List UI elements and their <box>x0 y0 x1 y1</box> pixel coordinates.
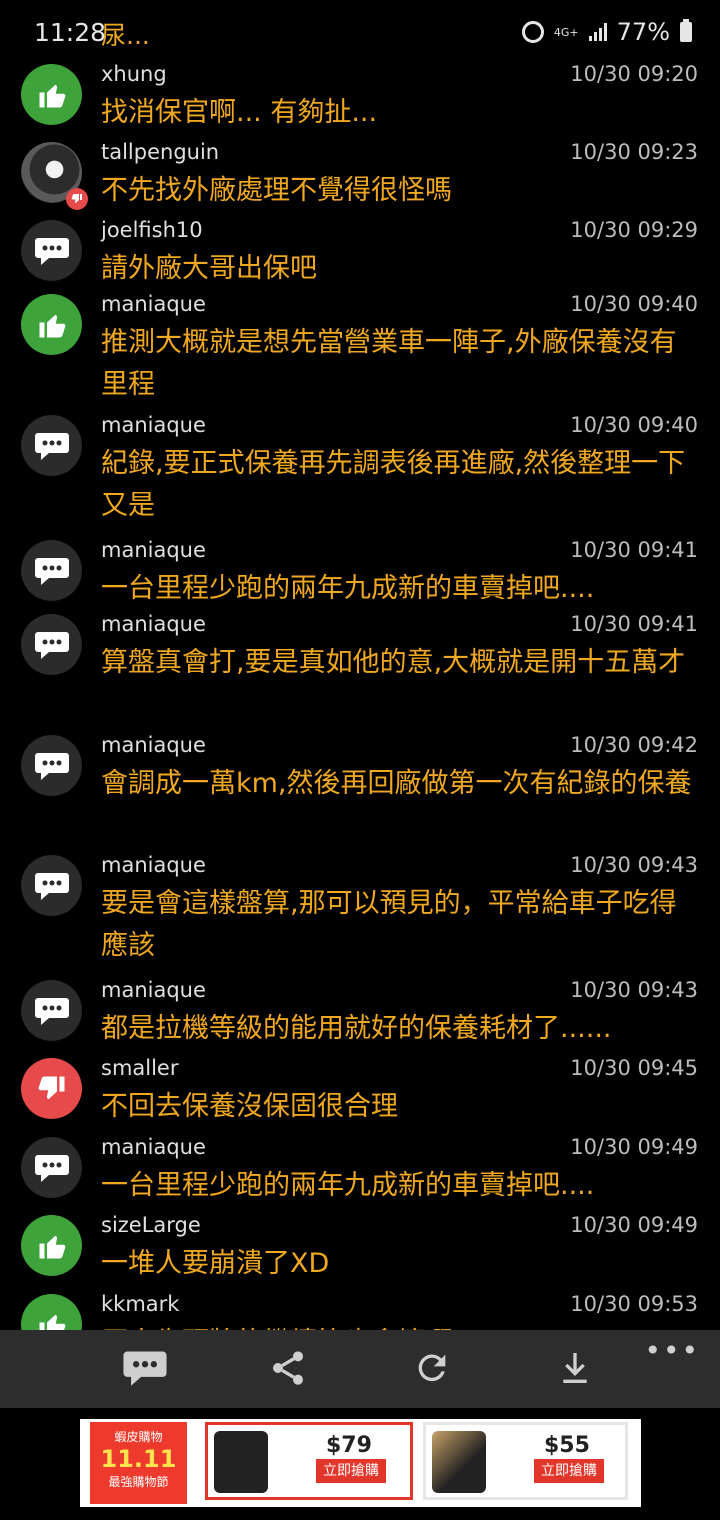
comment-text: 一堆人要崩潰了XD <box>101 1248 330 1279</box>
signal-icon <box>588 23 607 41</box>
comment-icon <box>21 1137 82 1198</box>
battery-icon <box>680 19 692 42</box>
ad-price: $79 <box>326 1433 372 1458</box>
comment-time: 10/30 09:43 <box>570 978 698 1002</box>
comment-author: maniaque <box>101 1135 206 1159</box>
comment-text: 算盤真會打,要是真如他的意,大概就是開十五萬才 <box>101 647 686 678</box>
comment-author: maniaque <box>101 853 206 877</box>
comment-author: maniaque <box>101 292 206 316</box>
comment-author: maniaque <box>101 612 206 636</box>
comment-time: 10/30 09:42 <box>570 733 698 757</box>
phone-image <box>432 1431 486 1493</box>
ad-logo-bottom: 最強購物節 <box>108 1475 169 1489</box>
comment-time: 10/30 09:49 <box>570 1135 698 1159</box>
comment-text: 要是會這樣盤算,那可以預見的，平常給車子吃得應該 <box>101 888 677 961</box>
thumbs-up-icon <box>21 64 82 125</box>
comment-icon <box>21 220 82 281</box>
comment-icon <box>21 735 82 796</box>
download-icon <box>563 1353 587 1383</box>
status-bar: 11:28 尿... 4G+ 77% <box>0 0 720 64</box>
comment-author: maniaque <box>101 538 206 562</box>
system-icons: 4G+ 77% <box>521 18 692 46</box>
comment-text: 原來先頭牌的繼續等也會壞啊 <box>101 1322 701 1330</box>
ad-product-card[interactable]: $79 立即搶購 <box>205 1422 413 1500</box>
thumbs-down-icon <box>21 1058 82 1119</box>
comment-text: 請外廠大哥出保吧 <box>101 253 317 284</box>
download-button[interactable] <box>551 1344 599 1392</box>
phone-image <box>214 1431 268 1493</box>
comment-text: 不先找外廠處理不覺得很怪嗎 <box>101 175 452 206</box>
network-icon: 4G+ <box>553 25 579 39</box>
share-button[interactable] <box>264 1344 312 1392</box>
comment-time: 10/30 09:40 <box>570 413 698 437</box>
comment-text: 推測大概就是想先當營業車一陣子,外廠保養沒有里程 <box>101 327 677 400</box>
refresh-button[interactable] <box>408 1344 456 1392</box>
comment-author: maniaque <box>101 733 206 757</box>
bottom-toolbar: ••• <box>0 1330 720 1408</box>
refresh-icon <box>418 1354 446 1382</box>
comment-icon <box>21 415 82 476</box>
comment-text: 一台里程少跑的兩年九成新的車賣掉吧.... <box>101 573 595 604</box>
comment-time: 10/30 09:49 <box>570 1213 698 1237</box>
comment-time: 10/30 09:43 <box>570 853 698 877</box>
alarm-icon <box>521 21 544 43</box>
buy-now-button[interactable]: 立即搶購 <box>316 1459 386 1483</box>
comment-author: joelfish10 <box>101 218 203 242</box>
comment-time: 10/30 09:29 <box>570 218 698 242</box>
comment-time: 10/30 09:45 <box>570 1056 698 1080</box>
comment-time: 10/30 09:41 <box>570 612 698 636</box>
ad-logo: 蝦皮購物 11.11 最強購物節 <box>90 1422 187 1504</box>
ad-banner[interactable]: 蝦皮購物 11.11 最強購物節 $79 立即搶購 $55 立即搶購 <box>80 1419 641 1507</box>
share-icon <box>273 1351 303 1385</box>
comment-author: smaller <box>101 1056 179 1080</box>
ad-product-card[interactable]: $55 立即搶購 <box>423 1422 628 1500</box>
comment-time: 10/30 09:53 <box>570 1292 698 1316</box>
comment-icon <box>21 855 82 916</box>
comment-time: 10/30 09:40 <box>570 292 698 316</box>
comment-time: 10/30 09:41 <box>570 538 698 562</box>
comment-text: 不回去保養沒保固很合理 <box>101 1091 398 1122</box>
page-title-fragment: 尿... <box>101 21 150 50</box>
comment-text: 找消保官啊... 有夠扯... <box>101 97 378 128</box>
ad-logo-title: 11.11 <box>100 1445 177 1473</box>
comment-list[interactable]: xhung 10/30 09:20 找消保官啊... 有夠扯... tallpe… <box>0 56 720 1330</box>
comment-author: maniaque <box>101 413 206 437</box>
comment-icon <box>21 614 82 675</box>
battery-percent: 77% <box>616 18 670 46</box>
comment-icon <box>123 1351 167 1386</box>
thumbs-up-icon <box>21 294 82 355</box>
comment-text: 一台里程少跑的兩年九成新的車賣掉吧.... <box>101 1170 595 1201</box>
comment-button[interactable] <box>121 1344 169 1392</box>
thumbs-up-icon <box>21 1215 82 1276</box>
comment-author: xhung <box>101 62 167 86</box>
clock: 11:28 <box>34 18 107 47</box>
buy-now-button[interactable]: 立即搶購 <box>534 1459 604 1483</box>
comment-text: 會調成一萬km,然後再回廠做第一次有紀錄的保養 <box>101 768 692 799</box>
comment-author: maniaque <box>101 978 206 1002</box>
comment-author: sizeLarge <box>101 1213 201 1237</box>
ad-logo-top: 蝦皮購物 <box>114 1430 163 1444</box>
comment-text: 都是拉機等級的能用就好的保養耗材了...... <box>101 1013 612 1044</box>
thumbs-up-icon <box>21 1294 82 1330</box>
comment-icon <box>21 540 82 601</box>
ad-price: $55 <box>544 1433 590 1458</box>
more-options-button[interactable]: ••• <box>644 1334 700 1367</box>
comment-text: 紀錄,要正式保養再先調表後再進廠,然後整理一下又是 <box>101 448 686 521</box>
comment-author: kkmark <box>101 1292 180 1316</box>
thumbs-down-icon <box>66 188 88 210</box>
comment-icon <box>21 980 82 1041</box>
comment-author: tallpenguin <box>101 140 220 164</box>
comment-time: 10/30 09:23 <box>570 140 698 164</box>
comment-time: 10/30 09:20 <box>570 62 698 86</box>
